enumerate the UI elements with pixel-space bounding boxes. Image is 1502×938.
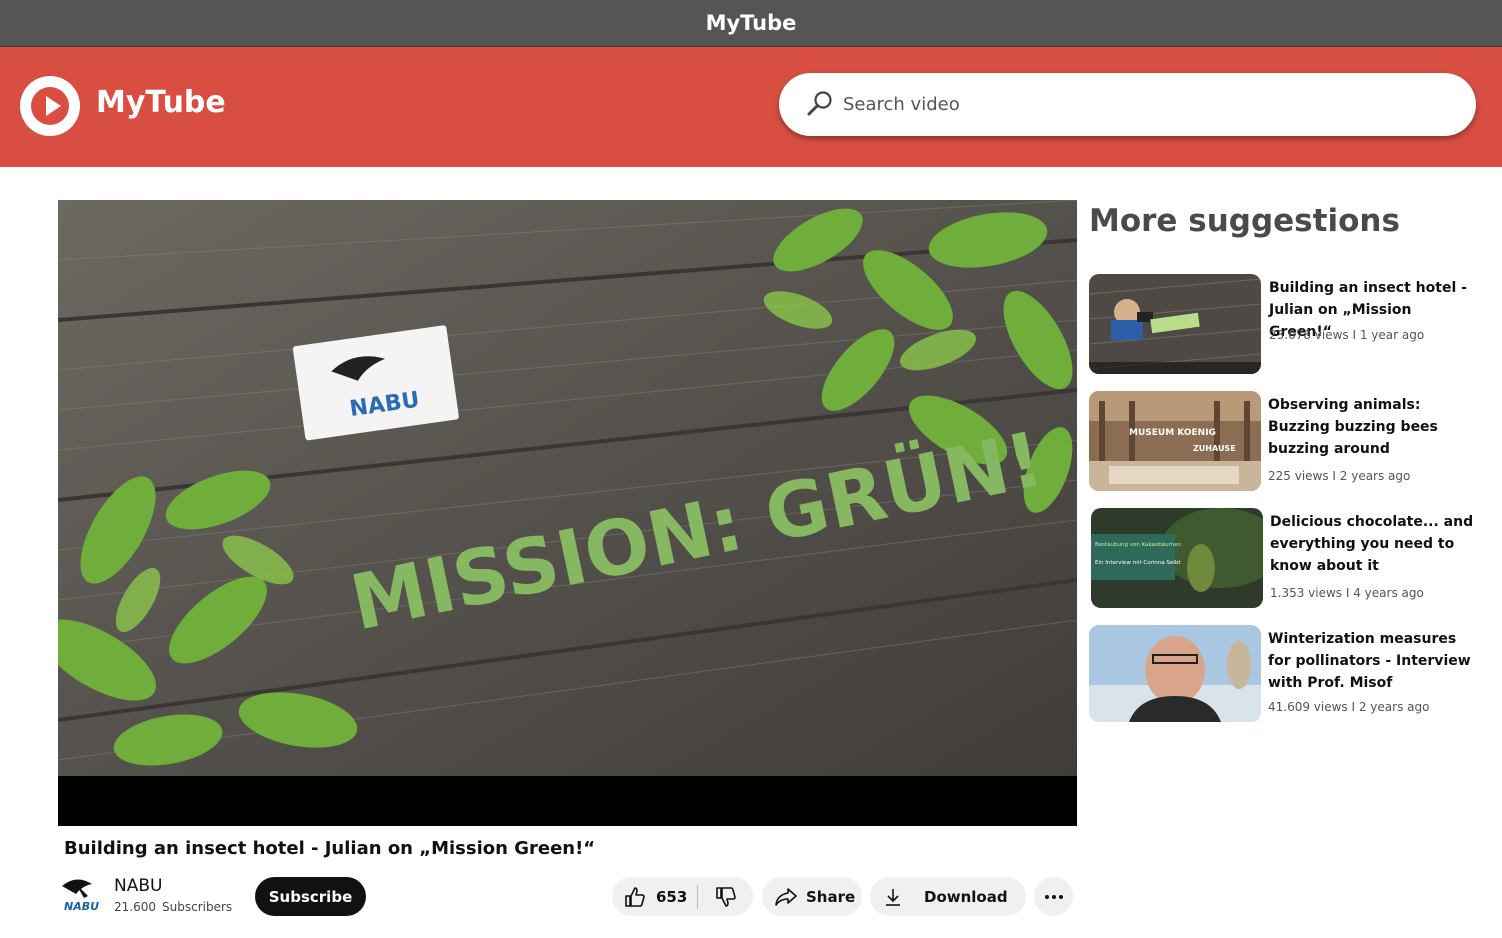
suggestions-heading: More suggestions xyxy=(1089,203,1400,239)
app-header: MyTube xyxy=(0,47,1502,167)
video-player[interactable]: NABU MISSION: GRÜN! xyxy=(58,200,1077,826)
svg-text:ZUHAUSE: ZUHAUSE xyxy=(1193,444,1236,453)
video-title: Building an insect hotel - Julian on „Mi… xyxy=(64,838,596,859)
like-count: 653 xyxy=(656,887,688,906)
suggestion-thumbnail[interactable] xyxy=(1089,274,1261,374)
more-options-button[interactable] xyxy=(1034,877,1073,916)
suggestion-thumbnail[interactable]: MUSEUM KOENIG ZUHAUSE xyxy=(1089,391,1261,491)
thumbs-up-icon xyxy=(625,886,645,907)
video-frame[interactable]: NABU MISSION: GRÜN! xyxy=(58,200,1077,776)
download-button[interactable]: Download xyxy=(870,877,1026,916)
svg-text:NABU: NABU xyxy=(64,900,99,913)
suggestion-meta: 1.353 views I 4 years ago xyxy=(1270,586,1424,600)
suggestion-card[interactable]: MUSEUM KOENIG ZUHAUSE Observing animals:… xyxy=(1089,391,1479,491)
svg-text:MUSEUM KOENIG: MUSEUM KOENIG xyxy=(1129,428,1216,438)
suggestion-title[interactable]: Observing animals: Buzzing buzzing bees … xyxy=(1268,394,1473,460)
suggestion-thumbnail[interactable] xyxy=(1089,625,1261,722)
suggestion-title[interactable]: Winterization measures for pollinators -… xyxy=(1268,628,1473,694)
subscriber-count: 21.600 xyxy=(114,900,156,914)
suggestion-card[interactable]: Winterization measures for pollinators -… xyxy=(1089,625,1479,725)
play-logo-icon[interactable] xyxy=(20,76,80,136)
search-icon[interactable] xyxy=(805,89,835,119)
suggestion-thumbnail[interactable]: Bestäubung von Kakaobäumen Ein Interview… xyxy=(1091,508,1263,608)
channel-logo[interactable]: NABU xyxy=(58,876,104,916)
window-title: MyTube xyxy=(705,11,797,35)
suggestion-card[interactable]: Building an insect hotel - Julian on „Mi… xyxy=(1089,274,1479,374)
suggestion-title[interactable]: Delicious chocolate... and everything yo… xyxy=(1270,511,1475,577)
suggestion-meta: 41.609 views I 2 years ago xyxy=(1268,700,1430,714)
channel-subscribers: 21.600 Subscribers xyxy=(114,900,238,914)
search-input[interactable] xyxy=(843,86,1443,122)
download-label: Download xyxy=(924,887,1008,906)
dislike-button[interactable] xyxy=(698,877,753,916)
svg-text:Ein Interview mit Corinna Seib: Ein Interview mit Corinna Seibt xyxy=(1095,560,1181,566)
like-button[interactable]: 653 xyxy=(612,877,697,916)
share-icon xyxy=(775,887,797,906)
search-bar[interactable] xyxy=(779,73,1476,136)
suggestion-meta: 23.078 views I 1 year ago xyxy=(1269,328,1425,342)
suggestion-meta: 225 views I 2 years ago xyxy=(1268,469,1411,483)
subscriber-label: Subscribers xyxy=(162,900,233,914)
brand-name[interactable]: MyTube xyxy=(96,85,226,120)
subscribe-button[interactable]: Subscribe xyxy=(255,877,366,916)
svg-text:Bestäubung von Kakaobäumen: Bestäubung von Kakaobäumen xyxy=(1095,542,1181,548)
share-button[interactable]: Share xyxy=(762,877,862,916)
share-label: Share xyxy=(806,887,856,906)
like-dislike-group: 653 xyxy=(612,877,753,916)
thumbs-down-icon xyxy=(715,886,736,907)
channel-name[interactable]: NABU xyxy=(114,876,162,896)
more-options-icon xyxy=(1044,894,1063,899)
download-icon xyxy=(886,888,900,906)
window-titlebar: MyTube xyxy=(0,0,1502,47)
suggestion-card[interactable]: Bestäubung von Kakaobäumen Ein Interview… xyxy=(1089,508,1479,608)
